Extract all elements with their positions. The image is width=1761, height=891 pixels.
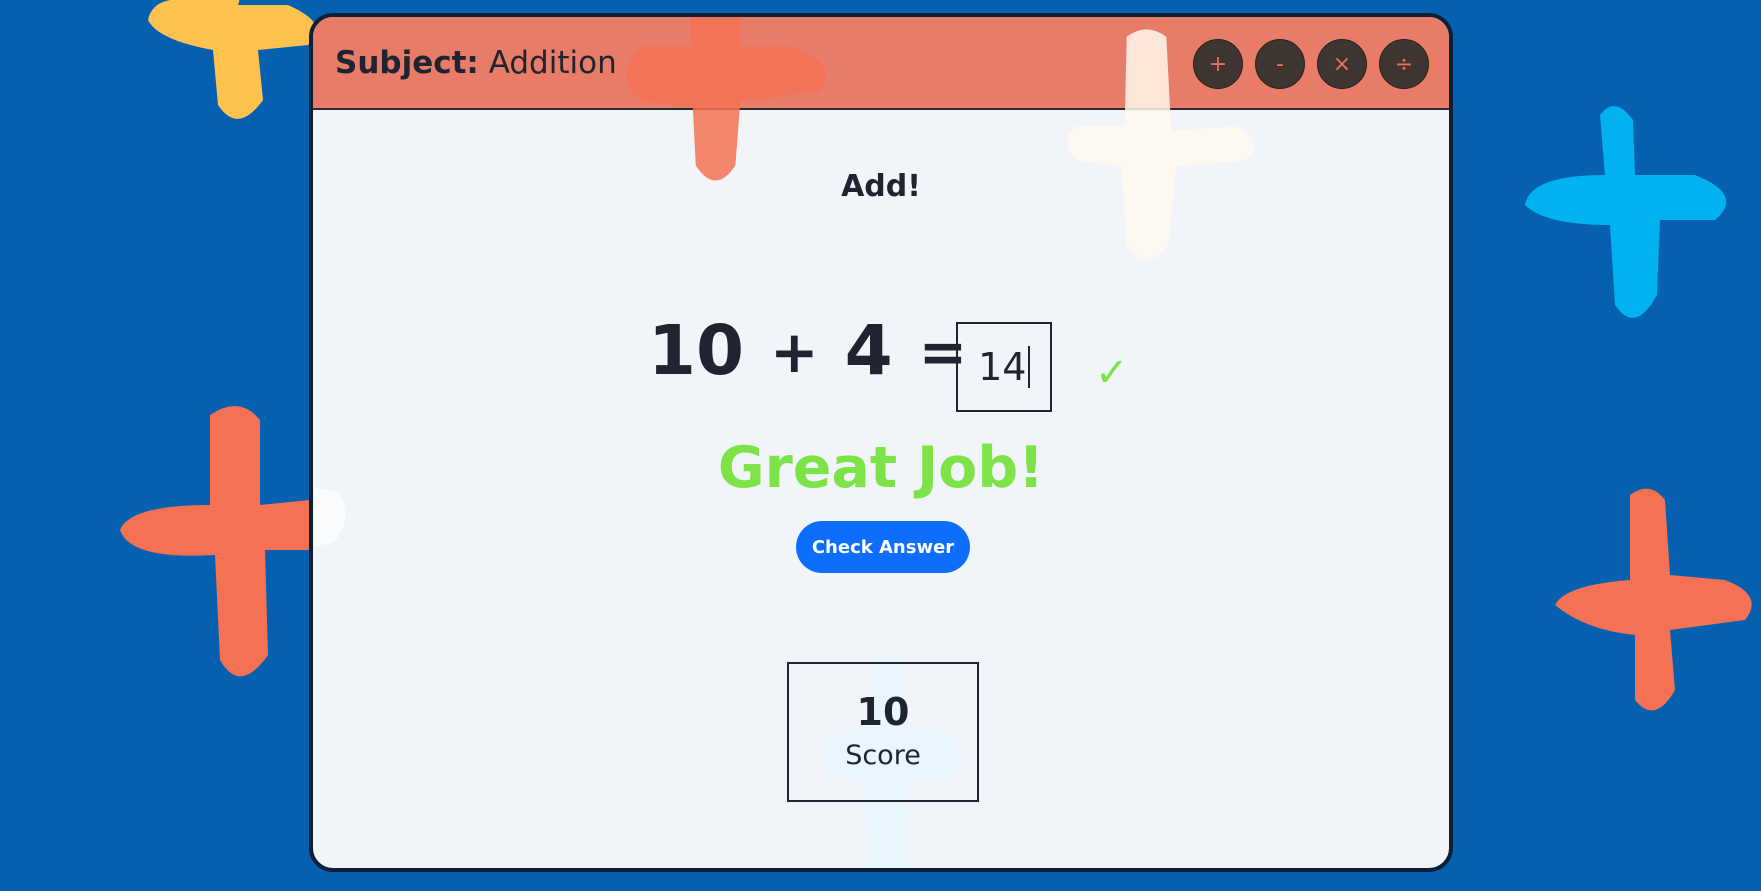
app-window: Subject: Addition + - × ÷ Add! 10 + 4 = …: [309, 13, 1453, 872]
subject-value: Addition: [488, 45, 617, 81]
orange-plus-decoration: [1555, 488, 1752, 711]
answer-value: 14: [978, 345, 1027, 389]
score-label: Score: [845, 740, 921, 771]
operand-a: 10: [648, 311, 745, 391]
yellow-plus-decoration: [148, 0, 317, 119]
addition-button[interactable]: +: [1193, 39, 1243, 89]
math-problem: 10 + 4 =: [648, 317, 967, 386]
check-answer-button[interactable]: Check Answer: [796, 521, 970, 573]
title-bar: Subject: Addition + - × ÷: [313, 17, 1449, 110]
feedback-message: Great Job!: [717, 435, 1045, 501]
instruction-text: Add!: [841, 169, 921, 204]
subject-title: Subject: Addition: [335, 45, 617, 81]
operation-buttons: + - × ÷: [1193, 39, 1429, 89]
score-value: 10: [856, 690, 910, 734]
multiplication-button[interactable]: ×: [1317, 39, 1367, 89]
operand-b: 4: [844, 311, 893, 391]
score-card: 10 Score: [787, 662, 979, 802]
check-mark-icon: ✓: [1095, 350, 1129, 396]
subject-label: Subject:: [335, 45, 479, 81]
division-button[interactable]: ÷: [1379, 39, 1429, 89]
text-caret: [1028, 346, 1030, 388]
answer-input[interactable]: 14: [956, 322, 1052, 412]
subtraction-button[interactable]: -: [1255, 39, 1305, 89]
cyan-plus-decoration: [1525, 106, 1727, 318]
operator-symbol: +: [770, 317, 819, 386]
